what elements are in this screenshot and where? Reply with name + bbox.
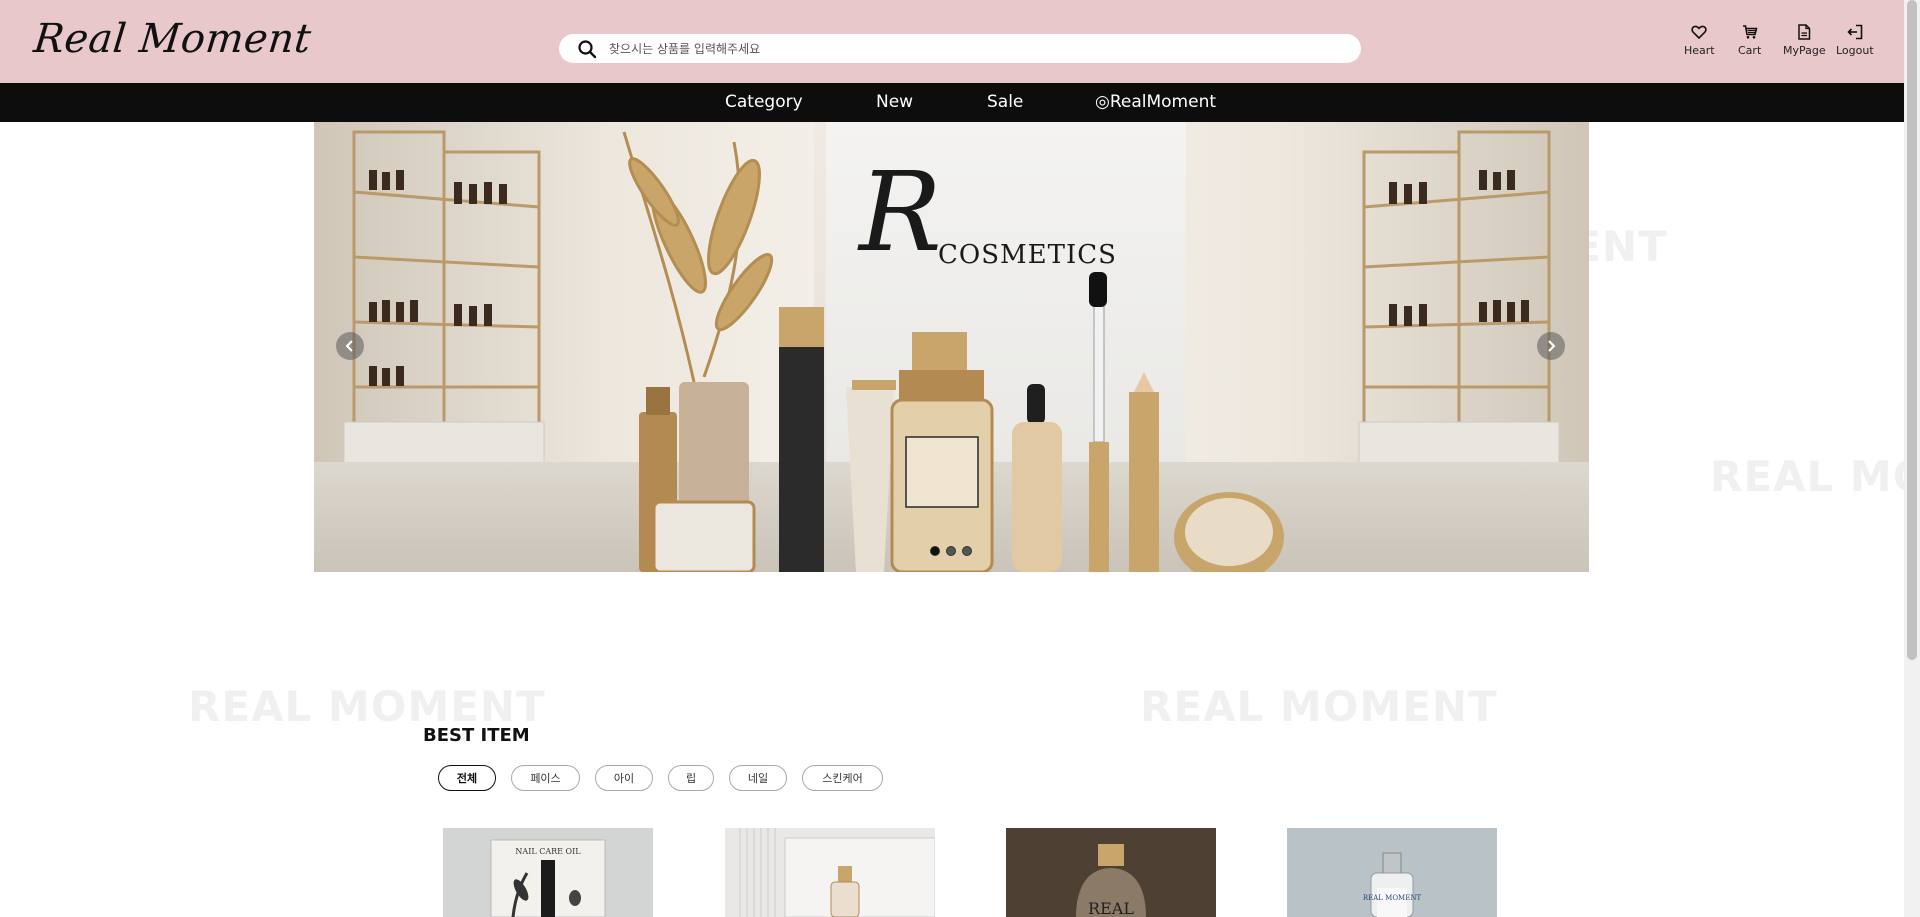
search-bar: [559, 34, 1361, 63]
heart-label: Heart: [1684, 44, 1715, 57]
search-input[interactable]: [609, 34, 1349, 63]
nav-item-category[interactable]: Category: [725, 92, 803, 112]
page-scrollbar[interactable]: [1904, 0, 1920, 917]
product-image: NAIL CARE OIL: [490, 839, 606, 917]
filter-chip-nail[interactable]: 네일: [729, 765, 787, 791]
product-image: [739, 828, 935, 917]
logout-icon: [1847, 24, 1863, 40]
product-arrangement-illustration: [622, 131, 1284, 572]
cart-icon: [1742, 25, 1758, 39]
filter-chip-eye[interactable]: 아이: [595, 765, 653, 791]
watermark-text: REAL MOMENT: [188, 682, 546, 731]
watermark-text: REAL MOMENT: [1710, 452, 1920, 501]
document-icon: [1798, 24, 1811, 40]
carousel-prev-button[interactable]: [336, 332, 364, 360]
scrollbar-thumb[interactable]: [1907, 0, 1917, 660]
nav-item-sale[interactable]: Sale: [987, 92, 1023, 112]
chevron-right-icon: [1548, 340, 1556, 352]
carousel-dot[interactable]: [930, 546, 940, 556]
carousel-indicators: [930, 546, 972, 556]
mypage-menu[interactable]: MyPage: [1783, 24, 1826, 57]
product-card[interactable]: REAL MOMENT: [1287, 828, 1497, 917]
product-card[interactable]: NAIL CARE OIL: [443, 828, 653, 917]
chevron-left-icon: [345, 340, 353, 352]
filter-chip-skincare[interactable]: 스킨케어: [802, 765, 883, 791]
cart-menu[interactable]: Cart: [1738, 24, 1761, 57]
logout-label: Logout: [1836, 44, 1874, 57]
carousel-dot[interactable]: [946, 546, 956, 556]
svg-text:REAL: REAL: [1088, 899, 1134, 917]
carousel-next-button[interactable]: [1537, 332, 1565, 360]
product-image-label: NAIL CARE OIL: [515, 847, 581, 856]
product-card[interactable]: REAL: [1006, 828, 1216, 917]
cart-label: Cart: [1738, 44, 1762, 57]
main-nav: Category New Sale ◎RealMoment: [0, 83, 1904, 122]
heart-menu[interactable]: Heart: [1684, 24, 1715, 57]
heart-icon: [1691, 25, 1707, 40]
product-image: REAL: [1006, 828, 1216, 917]
nav-item-new[interactable]: New: [876, 92, 913, 112]
best-item-title: BEST ITEM: [423, 725, 530, 746]
site-logo[interactable]: Real Moment: [32, 16, 314, 62]
search-icon[interactable]: [577, 39, 597, 59]
product-image-label: REAL MOMENT: [1363, 894, 1422, 902]
filter-chip-lip[interactable]: 립: [668, 765, 714, 791]
product-image: REAL MOMENT: [1363, 852, 1422, 917]
hero-carousel[interactable]: R COSMETICS: [314, 122, 1589, 572]
filter-chip-all[interactable]: 전체: [438, 765, 496, 791]
product-card[interactable]: [725, 828, 935, 917]
nav-item-instagram[interactable]: ◎RealMoment: [1095, 92, 1216, 112]
mypage-label: MyPage: [1783, 44, 1826, 57]
carousel-dot[interactable]: [962, 546, 972, 556]
filter-chip-face[interactable]: 페이스: [511, 765, 580, 791]
watermark-text: REAL MOMENT: [1140, 682, 1498, 731]
header: Real Moment Heart Cart MyPage: [0, 0, 1904, 83]
logout-menu[interactable]: Logout: [1836, 24, 1874, 57]
